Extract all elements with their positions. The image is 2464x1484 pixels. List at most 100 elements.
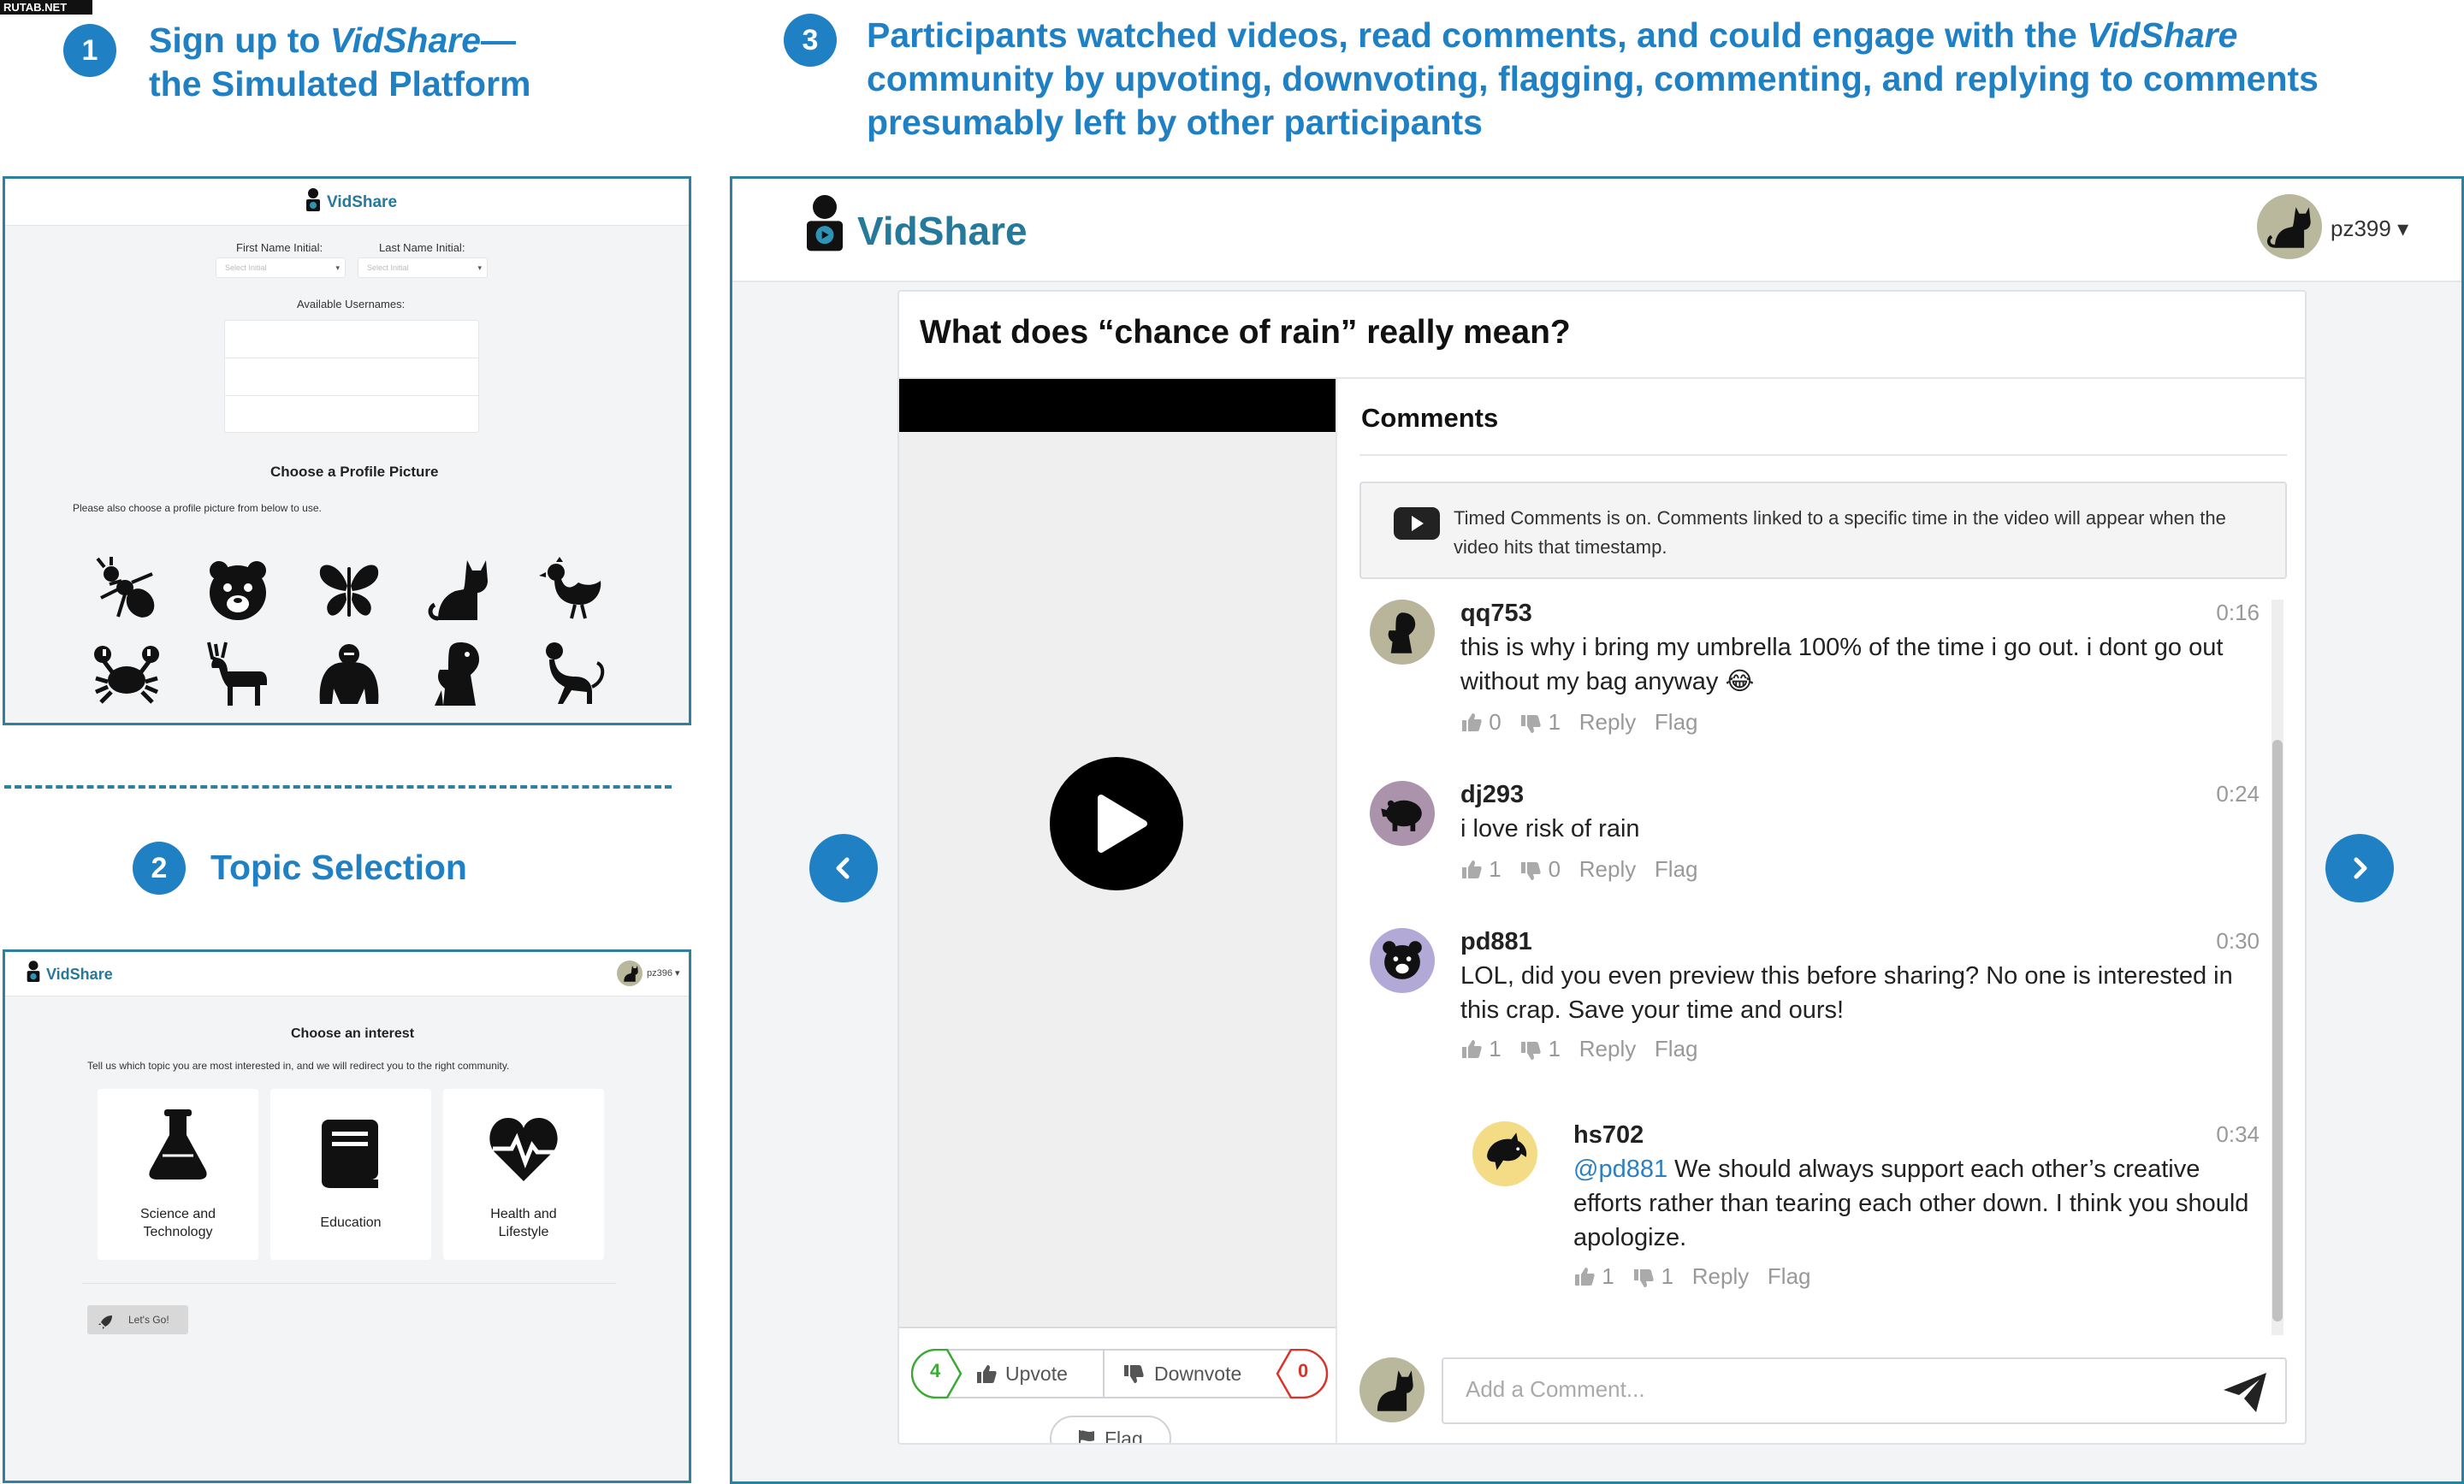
comment-reply-button[interactable]: Reply [1579,709,1636,735]
last-initial-select[interactable]: Select Initial ▾ [358,257,488,278]
comment-upvote-button[interactable]: 1 [1460,1036,1502,1061]
comment-timestamp[interactable]: 0:24 [2216,781,2260,807]
main-brand: VidShare [857,209,1028,253]
usernames-list[interactable] [224,320,479,433]
signup-panel: VidShare First Name Initial: Last Name I… [3,176,691,725]
comment-flag-button[interactable]: Flag [1655,1036,1698,1061]
comment-downvote-button[interactable]: 1 [1519,709,1561,735]
step-3-badge: 3 [784,14,837,67]
dog-icon[interactable] [426,639,495,707]
cat-icon[interactable] [426,555,495,624]
comment-author[interactable]: hs702 [1573,1121,1644,1150]
comment-timestamp[interactable]: 0:34 [2216,1121,2260,1148]
last-initial-label: Last Name Initial: [379,241,465,254]
comment-downvote-button[interactable]: 1 [1519,1036,1561,1061]
topic-card-label: Technology [143,1225,213,1239]
monkey-icon[interactable] [537,639,606,707]
username-option[interactable] [225,321,478,358]
comment-timestamp[interactable]: 0:30 [2216,928,2260,955]
thumbs-up-icon [1575,1268,1595,1286]
topic-panel: VidShare pz396 ▾ Choose an interest Tell… [3,949,691,1483]
chicken-icon[interactable] [537,555,606,624]
topic-card-label: Education [320,1215,382,1230]
topic-card-education[interactable]: Education [270,1089,431,1260]
step-2-badge: 2 [133,842,186,895]
downvote-count-badge: 0 [1276,1348,1329,1399]
comment-actions: 0 1 Reply Flag [1460,709,1697,736]
comment-downvote-button[interactable]: 1 [1632,1263,1673,1289]
comment-text: @pd881 We should always support each oth… [1573,1156,2249,1251]
butterfly-icon[interactable] [315,555,383,624]
flag-video-button[interactable]: Flag [1050,1416,1171,1443]
play-button[interactable] [1050,757,1183,890]
comment-flag-button[interactable]: Flag [1768,1263,1811,1289]
thumbs-down-icon [1521,1042,1542,1060]
deer-icon[interactable] [204,639,272,707]
video-column: 4 Upvote Downvote 0 Flag [899,379,1337,1443]
comment-actions: 1 1 Reply Flag [1573,1263,1810,1290]
interest-hint: Tell us which topic you are most interes… [87,1060,510,1072]
first-initial-select[interactable]: Select Initial ▾ [216,257,346,278]
comments-scrollbar[interactable] [2272,600,2283,1335]
avatar [1472,1121,1537,1186]
ant-icon[interactable] [92,555,161,624]
avatar [1370,928,1435,993]
username-option[interactable] [225,396,478,432]
chevron-left-icon [836,857,850,879]
signup-header: VidShare [5,179,689,226]
mention-link[interactable]: @pd881 [1573,1156,1667,1183]
lets-go-button[interactable]: Let's Go! [87,1305,188,1334]
comment-text: this is why i bring my umbrella 100% of … [1460,634,2224,695]
watermark: RUTAB.NET [0,0,92,15]
send-icon[interactable] [2222,1371,2268,1414]
add-comment-input[interactable]: Add a Comment... [1442,1357,2287,1424]
comment-upvote-button[interactable]: 1 [1573,1263,1614,1289]
comment-timestamp[interactable]: 0:16 [2216,600,2260,626]
first-initial-label: First Name Initial: [236,241,323,254]
avatar [1370,781,1435,846]
comment-text: i love risk of rain [1460,815,1640,843]
next-video-button[interactable] [2325,834,2394,902]
comment-upvote-button[interactable]: 0 [1460,709,1502,735]
user-menu[interactable]: pz399 ▾ [2331,216,2408,242]
main-header: VidShare pz399 ▾ [732,179,2461,282]
usernames-label: Available Usernames: [297,298,406,310]
comment-reply-button[interactable]: Reply [1579,1036,1636,1061]
comment-reply-button[interactable]: Reply [1692,1263,1749,1289]
topic-card-science[interactable]: Science and Technology [98,1089,258,1260]
comment-author[interactable]: pd881 [1460,928,1532,956]
gorilla-icon[interactable] [315,639,383,707]
topic-header: VidShare pz396 ▾ [5,952,689,996]
topic-card-health[interactable]: Health and Lifestyle [443,1089,604,1260]
comment: pd881 0:30 LOL, did you even preview thi… [1370,928,2260,1079]
comments-title: Comments [1361,403,1499,433]
avatar[interactable] [617,961,643,986]
bear-icon[interactable] [204,555,272,624]
comment-reply-button[interactable]: Reply [1579,856,1636,882]
crab-icon[interactable] [92,639,161,707]
comment-actions: 1 0 Reply Flag [1460,856,1697,883]
comment-flag-button[interactable]: Flag [1655,709,1698,735]
vote-bar: 4 Upvote Downvote 0 [910,1348,1329,1399]
timed-comments-notice: Timed Comments is on. Comments linked to… [1359,482,2287,579]
downvote-button[interactable]: Downvote [1105,1351,1272,1397]
username-option[interactable] [225,358,478,396]
avatar[interactable] [2257,194,2322,259]
vidshare-logo-icon [303,187,323,219]
comment-actions: 1 1 Reply Flag [1460,1036,1697,1062]
comment-author[interactable]: qq753 [1460,600,1532,628]
upvote-button[interactable]: Upvote [962,1351,1103,1397]
comment-downvote-button[interactable]: 0 [1519,856,1561,882]
video-card: What does “chance of rain” really mean? … [897,290,2307,1445]
thumbs-down-icon [1124,1365,1144,1383]
comment-flag-button[interactable]: Flag [1655,856,1698,882]
thumbs-up-icon [1462,1040,1482,1058]
comment-upvote-button[interactable]: 1 [1460,856,1502,882]
comment-author[interactable]: dj293 [1460,781,1524,809]
user-menu[interactable]: pz396 ▾ [647,967,680,978]
prev-video-button[interactable] [809,834,878,902]
topic-brand: VidShare [46,966,113,983]
rocket-icon [98,1312,113,1341]
flask-icon [144,1108,212,1184]
step-3-title: Participants watched videos, read commen… [867,15,2319,142]
